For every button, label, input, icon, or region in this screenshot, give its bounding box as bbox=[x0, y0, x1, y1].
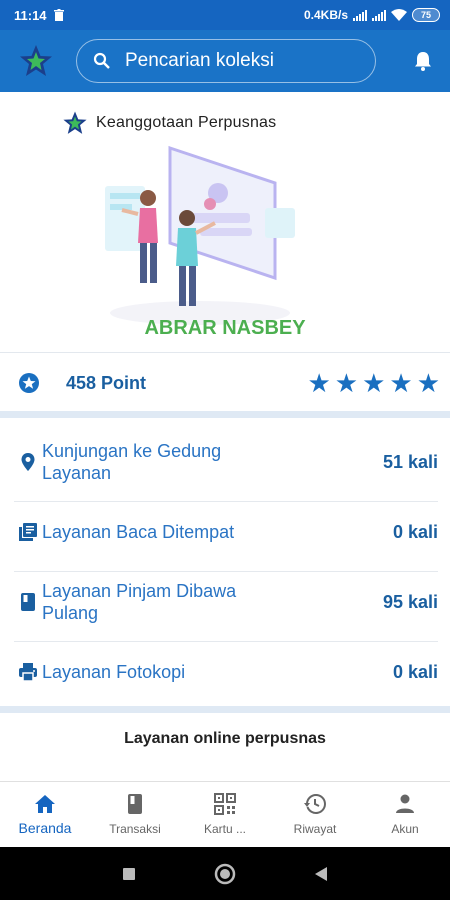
signal-icon bbox=[353, 9, 367, 21]
star-icon: ★ bbox=[307, 368, 331, 398]
service-count: 0 kali bbox=[392, 521, 438, 542]
tab-transaksi[interactable]: Transaksi bbox=[90, 782, 180, 847]
location-pin-icon bbox=[21, 453, 35, 471]
system-navigation-bar bbox=[0, 847, 450, 900]
service-row-visit[interactable]: Kunjungan ke Gedung Layanan 51 kali bbox=[0, 428, 450, 496]
service-count: 51 kali bbox=[382, 451, 438, 472]
person-icon bbox=[396, 794, 414, 813]
service-count: 0 kali bbox=[392, 661, 438, 682]
signal-icon-2 bbox=[372, 9, 386, 21]
section-separator bbox=[0, 411, 450, 418]
tab-label: Riwayat bbox=[293, 822, 337, 836]
service-row-read[interactable]: Layanan Baca Ditempat 0 kali bbox=[0, 498, 450, 566]
recents-button[interactable] bbox=[122, 867, 136, 881]
search-icon bbox=[93, 52, 110, 69]
tab-riwayat[interactable]: Riwayat bbox=[270, 782, 360, 847]
brand-header: Keanggotaan Perpusnas bbox=[62, 110, 276, 136]
network-speed: 0.4KB/s bbox=[303, 8, 348, 22]
star-icon: ★ bbox=[334, 368, 359, 398]
book-icon bbox=[128, 794, 142, 814]
bell-icon[interactable] bbox=[412, 50, 434, 72]
wifi-icon bbox=[391, 9, 407, 21]
brand-title: Keanggotaan Perpusnas bbox=[96, 114, 277, 131]
service-count: 95 kali bbox=[382, 591, 438, 612]
points-label: 458 Point bbox=[66, 372, 147, 393]
qr-code-icon bbox=[214, 793, 236, 815]
library-books-icon bbox=[19, 523, 37, 541]
star-logo-icon bbox=[63, 111, 87, 134]
tab-beranda[interactable]: Beranda bbox=[0, 782, 90, 847]
battery-indicator: 75 bbox=[412, 8, 440, 22]
rating-stars: ★ ★ ★ ★ ★ bbox=[307, 370, 440, 396]
online-services-title: Layanan online perpusnas bbox=[124, 730, 326, 747]
search-input[interactable]: Pencarian koleksi bbox=[125, 50, 274, 72]
tab-kartu[interactable]: Kartu ... bbox=[180, 782, 270, 847]
service-label: Layanan Pinjam Dibawa Pulang bbox=[42, 581, 237, 623]
back-button[interactable] bbox=[314, 866, 328, 882]
bottom-navigation: Beranda Transaksi Kartu ... Riwayat Akun bbox=[0, 781, 450, 847]
search-bar[interactable]: Pencarian koleksi bbox=[76, 39, 376, 83]
star-icon: ★ bbox=[389, 368, 413, 398]
trash-notification-icon bbox=[53, 8, 64, 21]
star-logo-icon[interactable] bbox=[18, 43, 54, 79]
book-icon bbox=[21, 593, 35, 611]
star-icon: ★ bbox=[416, 368, 440, 398]
home-icon bbox=[35, 795, 55, 813]
member-name: ABRAR NASBEY bbox=[144, 317, 306, 339]
printer-icon bbox=[19, 663, 37, 682]
star-icon: ★ bbox=[362, 368, 386, 398]
status-bar: 11:14 0.4KB/s 75 bbox=[0, 0, 450, 30]
section-separator bbox=[0, 706, 450, 713]
home-button[interactable] bbox=[214, 863, 236, 885]
history-icon bbox=[304, 794, 326, 814]
tab-label: Akun bbox=[391, 822, 419, 836]
service-label: Kunjungan ke Gedung Layanan bbox=[42, 441, 222, 483]
membership-illustration bbox=[105, 145, 295, 325]
service-row-borrow[interactable]: Layanan Pinjam Dibawa Pulang 95 kali bbox=[0, 568, 450, 636]
points-row[interactable]: 458 Point ★ ★ ★ ★ ★ bbox=[0, 353, 450, 413]
tab-label: Transaksi bbox=[109, 822, 161, 836]
app-bar: Pencarian koleksi bbox=[0, 30, 450, 92]
membership-hero: Keanggotaan Perpusnas ABRAR NASBEY bbox=[0, 92, 450, 352]
service-label: Layanan Baca Ditempat bbox=[42, 522, 235, 542]
tab-label: Beranda bbox=[18, 820, 72, 836]
status-time: 11:14 bbox=[14, 7, 47, 23]
star-badge-icon bbox=[19, 373, 39, 393]
service-row-photocopy[interactable]: Layanan Fotokopi 0 kali bbox=[0, 638, 450, 706]
tab-akun[interactable]: Akun bbox=[360, 782, 450, 847]
tab-label: Kartu ... bbox=[203, 822, 247, 836]
service-label: Layanan Fotokopi bbox=[42, 662, 186, 682]
